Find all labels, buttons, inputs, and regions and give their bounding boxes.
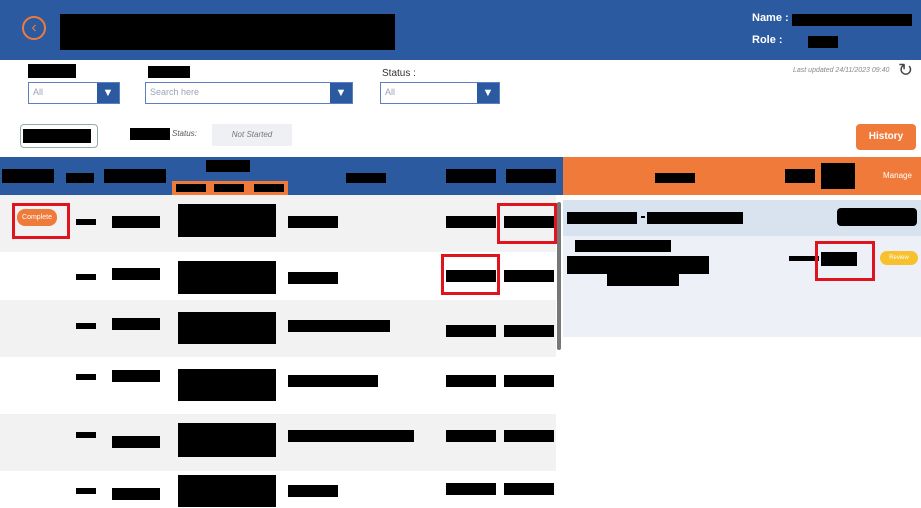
cell <box>112 488 160 500</box>
cell <box>504 375 554 387</box>
redacted-title <box>60 14 395 50</box>
cell <box>112 436 160 448</box>
column-header[interactable] <box>2 169 54 183</box>
cell <box>112 268 160 280</box>
chevron-left-icon: ‹ <box>31 19 37 36</box>
cell <box>288 485 338 497</box>
cell <box>288 320 390 332</box>
cell <box>76 274 96 280</box>
cell <box>504 325 554 337</box>
cell <box>288 375 378 387</box>
column-header[interactable] <box>821 163 855 189</box>
chevron-down-icon: ▼ <box>97 83 119 103</box>
redacted-action-label <box>23 129 91 143</box>
filter1-select[interactable]: All ▼ <box>28 82 120 104</box>
cell <box>446 375 496 387</box>
cell <box>647 212 743 224</box>
search-input[interactable]: Search here ▼ <box>145 82 353 104</box>
redacted-role <box>808 36 838 48</box>
redacted-status-prefix <box>130 128 170 140</box>
status-select[interactable]: All ▼ <box>380 82 500 104</box>
status-display: Not Started <box>212 124 292 146</box>
table-row[interactable] <box>0 414 556 471</box>
column-header[interactable] <box>655 173 695 183</box>
subheader <box>254 184 284 192</box>
separator <box>641 216 645 218</box>
name-label: Name : <box>752 12 789 24</box>
column-header[interactable] <box>104 169 166 183</box>
cell <box>178 261 276 294</box>
left-table-header <box>0 157 563 195</box>
cell <box>178 204 276 237</box>
cell <box>567 212 637 224</box>
cell <box>178 369 276 401</box>
subheader <box>176 184 206 192</box>
highlight-box <box>441 254 500 295</box>
right-table-header: Manage <box>563 157 921 195</box>
table-row[interactable] <box>0 471 556 508</box>
subheader-group <box>172 181 288 195</box>
cell <box>178 312 276 344</box>
cell <box>76 488 96 494</box>
cell <box>504 270 554 282</box>
highlight-box <box>12 203 70 239</box>
subheader <box>214 184 244 192</box>
cell <box>607 272 679 286</box>
highlight-box <box>497 203 557 244</box>
table-row[interactable] <box>0 300 556 357</box>
cell <box>288 272 338 284</box>
table-row[interactable] <box>0 195 556 252</box>
app-header: ‹ Name : Role : <box>0 0 921 60</box>
cell <box>76 219 96 225</box>
right-table-row[interactable] <box>563 200 921 236</box>
cell <box>504 483 554 495</box>
role-label: Role : <box>752 34 783 46</box>
highlight-box <box>815 241 875 281</box>
column-header[interactable] <box>785 169 815 183</box>
manage-header: Manage <box>883 171 912 180</box>
action-button[interactable] <box>20 124 98 148</box>
filter1-value: All <box>33 87 44 97</box>
cell <box>288 430 414 442</box>
column-header[interactable] <box>206 160 250 172</box>
cell <box>504 430 554 442</box>
column-header[interactable] <box>446 169 496 183</box>
cell <box>112 216 160 228</box>
scrollbar[interactable] <box>557 202 561 350</box>
back-button[interactable]: ‹ <box>22 16 46 40</box>
column-header[interactable] <box>346 173 386 183</box>
right-row-button[interactable] <box>837 208 917 226</box>
cell <box>112 370 160 382</box>
cell <box>178 475 276 507</box>
column-header[interactable] <box>506 169 556 183</box>
refresh-icon[interactable]: ↻ <box>898 60 913 81</box>
cell <box>76 374 96 380</box>
cell <box>446 325 496 337</box>
cell <box>446 430 496 442</box>
last-updated-text: Last updated 24/11/2023 09:40 <box>793 67 890 74</box>
chevron-down-icon: ▼ <box>330 83 352 103</box>
cell <box>112 318 160 330</box>
cell <box>178 423 276 457</box>
redacted-name <box>792 14 912 26</box>
cell <box>446 483 496 495</box>
cell <box>446 216 496 228</box>
redacted-filter1-label <box>28 64 76 78</box>
toolbar-status-label: Status: <box>172 129 197 138</box>
status-filter-value: All <box>385 87 396 97</box>
redacted-search-label <box>148 66 190 78</box>
cell <box>575 240 671 252</box>
column-header[interactable] <box>66 173 94 183</box>
chevron-down-icon: ▼ <box>477 83 499 103</box>
cell <box>288 216 338 228</box>
search-placeholder: Search here <box>150 87 200 97</box>
review-button[interactable]: Review <box>880 251 918 265</box>
status-filter-label: Status : <box>382 68 416 79</box>
cell <box>76 323 96 329</box>
history-button[interactable]: History <box>856 124 916 150</box>
table-row[interactable] <box>0 357 556 414</box>
cell <box>76 432 96 438</box>
